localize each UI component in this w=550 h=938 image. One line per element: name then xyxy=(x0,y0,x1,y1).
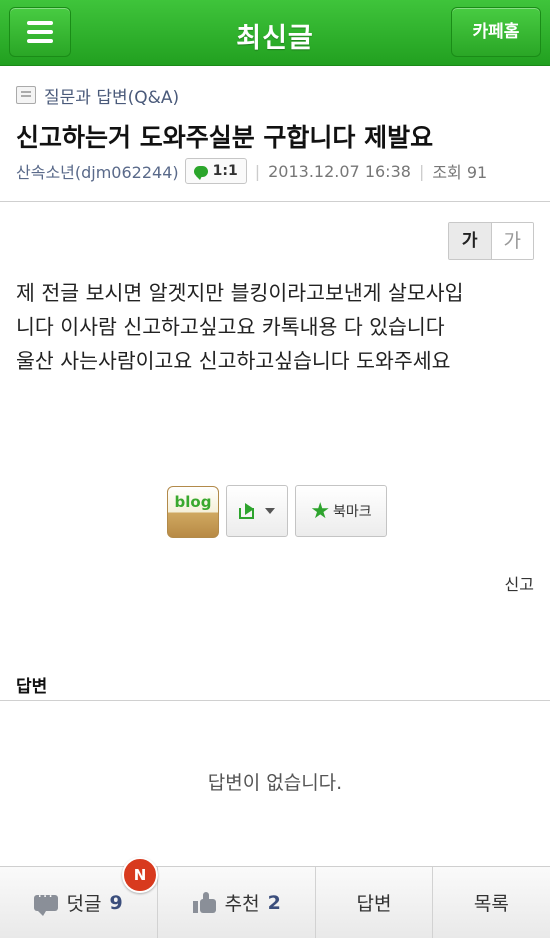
meta-divider: | xyxy=(418,161,425,181)
body-line: 울산 사는사람이고요 신고하고싶습니다 도와주세요 xyxy=(16,349,451,373)
category-label: 질문과 답변(Q&A) xyxy=(44,87,180,108)
star-icon: ★ xyxy=(310,498,331,524)
thumbs-up-icon xyxy=(192,891,217,914)
answers-divider xyxy=(0,700,550,701)
recommend-count: 2 xyxy=(267,891,281,914)
comment-icon xyxy=(34,889,59,916)
comments-count: 9 xyxy=(109,891,123,914)
post-body: 제 전글 보시면 알겟지만 블킹이라고보낸게 살모사입 니다 이사람 신고하고싶… xyxy=(16,276,536,378)
blog-share-button[interactable]: blog xyxy=(167,486,219,538)
recommend-label: 추천 xyxy=(224,893,260,915)
bookmark-button[interactable]: ★ 북마크 xyxy=(295,485,387,537)
font-size-toggle: 가 가 xyxy=(448,222,534,260)
bookmark-label: 북마크 xyxy=(333,504,372,520)
post-title: 신고하는거 도와주실분 구합니다 제발요 xyxy=(16,123,434,152)
chat-bubble-icon xyxy=(193,165,208,180)
answer-label: 답변 xyxy=(356,893,392,915)
meta-divider: | xyxy=(254,161,261,181)
chevron-down-icon xyxy=(265,508,275,514)
share-button[interactable] xyxy=(226,485,288,537)
body-line: 제 전글 보시면 알겟지만 블킹이라고보낸게 살모사입 xyxy=(16,281,464,305)
bottom-toolbar: 덧글 9 N 추천 2 답변 목록 xyxy=(0,857,550,938)
board-icon xyxy=(16,86,36,104)
no-answers-message: 답변이 없습니다. xyxy=(207,772,343,794)
header-divider xyxy=(0,201,550,202)
share-icon xyxy=(239,503,259,519)
author-name[interactable]: 산속소년(djm062244) xyxy=(16,159,179,183)
cafe-home-button[interactable]: 카페홈 xyxy=(451,7,541,57)
list-button[interactable]: 목록 xyxy=(433,867,550,938)
chat-label: 1:1 xyxy=(212,163,238,179)
answers-section-title: 답변 xyxy=(16,677,48,697)
comments-label: 덧글 xyxy=(66,893,102,915)
post-date: 2013.12.07 16:38 xyxy=(268,161,411,181)
answer-button[interactable]: 답변 xyxy=(316,867,433,938)
font-size-large-button[interactable]: 가 xyxy=(491,223,533,259)
body-line: 니다 이사람 신고하고싶고요 카톡내용 다 있습니다 xyxy=(16,315,445,339)
font-size-small-button[interactable]: 가 xyxy=(449,223,492,259)
blog-icon: blog xyxy=(174,493,212,511)
list-label: 목록 xyxy=(473,893,509,915)
top-bar: 최신글 카페홈 xyxy=(0,0,550,66)
new-badge: N xyxy=(122,857,158,893)
one-to-one-chat-button[interactable]: 1:1 xyxy=(184,158,247,184)
view-count: 조회 91 xyxy=(432,163,488,182)
post-meta: 산속소년(djm062244) 1:1 | 2013.12.07 16:38 |… xyxy=(16,157,487,185)
post-category[interactable]: 질문과 답변(Q&A) xyxy=(16,84,180,108)
comments-button[interactable]: 덧글 9 N xyxy=(0,857,159,938)
recommend-button[interactable]: 추천 2 xyxy=(158,867,317,938)
report-link[interactable]: 신고 xyxy=(505,571,534,595)
